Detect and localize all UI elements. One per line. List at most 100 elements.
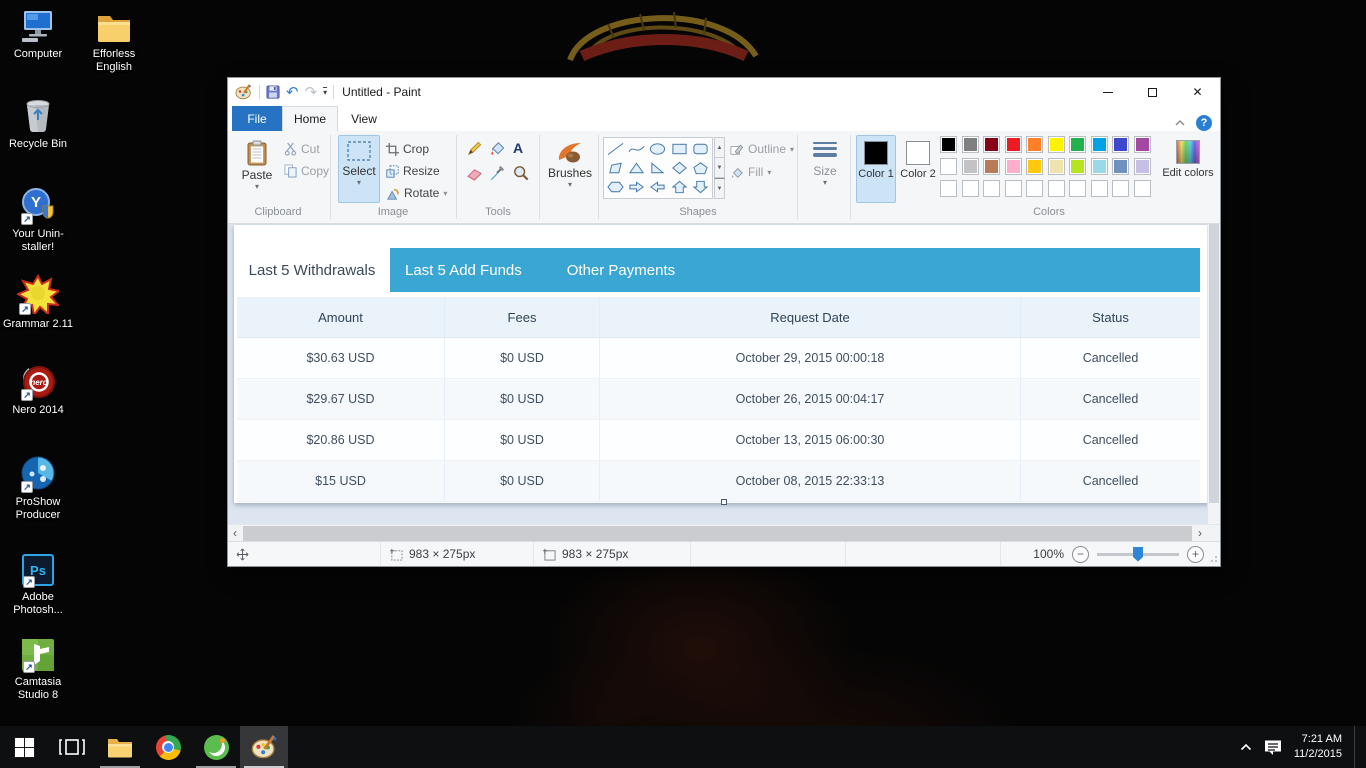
line-shape-icon[interactable] xyxy=(607,142,624,156)
vertical-scrollbar-thumb[interactable] xyxy=(1209,224,1219,503)
redo-icon[interactable]: ↷ xyxy=(305,84,318,100)
pasted-image-canvas[interactable]: Last 5 Withdrawals Last 5 Add Funds Othe… xyxy=(234,225,1216,505)
show-desktop-button[interactable] xyxy=(1354,726,1358,768)
tab-home[interactable]: Home xyxy=(282,106,338,131)
scroll-left-icon[interactable]: ‹ xyxy=(228,525,242,541)
custom-color-slot[interactable] xyxy=(1112,180,1129,197)
palette-swatch[interactable] xyxy=(940,136,957,153)
gallery-more-icon[interactable]: ▼ xyxy=(714,178,725,199)
cut-button[interactable]: Cut xyxy=(284,139,320,159)
zoom-in-button[interactable]: + xyxy=(1187,545,1204,563)
zoom-out-button[interactable]: − xyxy=(1072,545,1089,563)
palette-swatch[interactable] xyxy=(1069,158,1086,175)
outline-button[interactable]: Outline ▾ xyxy=(730,139,794,159)
down-arrow-shape-icon[interactable] xyxy=(692,180,709,194)
start-button[interactable] xyxy=(0,726,48,768)
palette-swatch[interactable] xyxy=(1004,136,1022,153)
hexagon-shape-icon[interactable] xyxy=(607,180,624,194)
horizontal-scrollbar-track[interactable] xyxy=(242,525,1193,542)
action-center-icon[interactable] xyxy=(1264,739,1282,756)
palette-swatch[interactable] xyxy=(1047,158,1065,175)
minimize-button[interactable] xyxy=(1085,78,1130,106)
text-tool[interactable]: A xyxy=(513,138,523,158)
rotate-button[interactable]: Rotate ▾ xyxy=(386,183,447,203)
tab-file[interactable]: File xyxy=(232,106,282,131)
custom-color-slot[interactable] xyxy=(1133,180,1151,197)
right-triangle-shape-icon[interactable] xyxy=(649,161,666,175)
custom-color-slot[interactable] xyxy=(1004,180,1022,197)
zoom-slider[interactable] xyxy=(1097,546,1179,562)
rectangle-shape-icon[interactable] xyxy=(671,142,688,156)
tab-view[interactable]: View xyxy=(338,106,390,131)
paste-button[interactable]: Paste ▾ xyxy=(238,135,276,203)
custom-color-slot[interactable] xyxy=(983,180,1000,197)
palette-swatch[interactable] xyxy=(1004,158,1022,175)
brushes-button[interactable]: Brushes ▾ xyxy=(545,135,595,203)
ellipse-shape-icon[interactable] xyxy=(649,142,666,156)
taskbar-file-explorer[interactable] xyxy=(96,726,144,768)
pentagon-shape-icon[interactable] xyxy=(692,161,709,175)
palette-swatch[interactable] xyxy=(1112,158,1129,175)
magnifier-tool[interactable] xyxy=(513,163,529,183)
desktop-icon-uninstaller[interactable]: Y ↗ Your Unin-staller! xyxy=(0,186,76,254)
palette-swatch[interactable] xyxy=(1090,136,1108,153)
gallery-up-icon[interactable]: ▲ xyxy=(714,137,725,158)
edit-colors-button[interactable]: Edit colors xyxy=(1162,135,1214,207)
vertical-scrollbar[interactable] xyxy=(1207,224,1220,524)
up-arrow-shape-icon[interactable] xyxy=(671,180,688,194)
resize-button[interactable]: Resize xyxy=(386,161,440,181)
color-picker-tool[interactable] xyxy=(489,163,505,183)
eraser-tool[interactable] xyxy=(466,163,483,183)
scroll-right-icon[interactable]: › xyxy=(1193,525,1207,541)
palette-swatch[interactable] xyxy=(1026,158,1043,175)
triangle-shape-icon[interactable] xyxy=(628,161,645,175)
desktop-icon-efforless-english[interactable]: Efforless English xyxy=(76,6,152,74)
palette-swatch[interactable] xyxy=(1090,158,1108,175)
copy-button[interactable]: Copy xyxy=(284,161,329,181)
palette-swatch[interactable] xyxy=(1026,136,1043,153)
crop-button[interactable]: Crop xyxy=(386,139,429,159)
desktop-icon-proshow[interactable]: ↗ ProShow Producer xyxy=(0,454,76,522)
custom-color-slot[interactable] xyxy=(1090,180,1108,197)
diamond-shape-icon[interactable] xyxy=(671,161,688,175)
gallery-down-icon[interactable]: ▼ xyxy=(714,158,725,178)
task-view-button[interactable] xyxy=(48,726,96,768)
palette-swatch[interactable] xyxy=(940,158,957,175)
desktop-icon-computer[interactable]: Computer xyxy=(0,6,76,61)
color1-button[interactable]: Color 1 xyxy=(856,135,896,203)
zoom-slider-thumb[interactable] xyxy=(1133,546,1143,562)
palette-swatch[interactable] xyxy=(1069,136,1086,153)
palette-swatch[interactable] xyxy=(983,158,1000,175)
tray-chevron-up-icon[interactable] xyxy=(1240,743,1252,751)
fill-tool[interactable] xyxy=(489,138,506,158)
maximize-button[interactable] xyxy=(1130,78,1175,106)
taskbar-clock[interactable]: 7:21 AM 11/2/2015 xyxy=(1294,732,1342,762)
save-icon[interactable] xyxy=(266,85,280,99)
color2-button[interactable]: Color 2 xyxy=(898,135,938,203)
selection-handle-bottom[interactable] xyxy=(721,499,727,505)
palette-swatch[interactable] xyxy=(961,158,979,175)
palette-swatch[interactable] xyxy=(1047,136,1065,153)
horizontal-scrollbar-thumb[interactable] xyxy=(243,525,1192,541)
taskbar-coccoc[interactable] xyxy=(192,726,240,768)
custom-color-slot[interactable] xyxy=(1026,180,1043,197)
close-button[interactable]: ✕ xyxy=(1175,78,1220,106)
horizontal-scrollbar[interactable]: ‹ › xyxy=(228,524,1220,542)
palette-swatch[interactable] xyxy=(983,136,1000,153)
palette-swatch[interactable] xyxy=(1133,136,1151,153)
left-arrow-shape-icon[interactable] xyxy=(649,180,666,194)
qat-customize-dropdown-icon[interactable]: ▾ xyxy=(323,87,328,97)
right-arrow-shape-icon[interactable] xyxy=(628,180,645,194)
desktop-icon-grammar[interactable]: ↗ Grammar 2.11 xyxy=(0,274,76,331)
custom-color-slot[interactable] xyxy=(1047,180,1065,197)
desktop-icon-camtasia[interactable]: ↗ Camtasia Studio 8 xyxy=(0,634,76,702)
fill-button[interactable]: Fill ▾ xyxy=(730,162,771,182)
palette-swatch[interactable] xyxy=(961,136,979,153)
size-button[interactable]: Size ▾ xyxy=(803,135,847,203)
select-button[interactable]: Select ▾ xyxy=(338,135,380,203)
undo-icon[interactable]: ↶ xyxy=(286,84,299,100)
taskbar-paint-active[interactable] xyxy=(240,726,288,768)
collapse-ribbon-icon[interactable] xyxy=(1174,119,1186,127)
custom-color-slot[interactable] xyxy=(1069,180,1086,197)
custom-color-slot[interactable] xyxy=(940,180,957,197)
